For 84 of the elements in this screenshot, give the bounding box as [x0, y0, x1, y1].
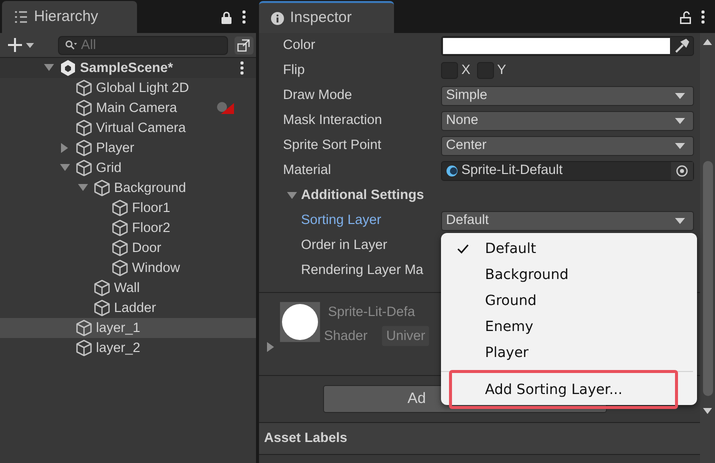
- tree-item[interactable]: Wall: [0, 278, 256, 298]
- tree-item[interactable]: Window: [0, 258, 256, 278]
- cube-icon: [93, 179, 111, 197]
- add-menu-icon[interactable]: [8, 38, 34, 52]
- menu-item[interactable]: Default: [441, 236, 697, 262]
- dropdown[interactable]: Center: [441, 136, 694, 156]
- caret-icon: [675, 118, 685, 124]
- field-label: Rendering Layer Ma: [301, 261, 424, 280]
- search-icon: [65, 40, 77, 50]
- list-icon: [14, 11, 28, 23]
- cube-icon: [75, 119, 93, 137]
- more-icon[interactable]: [242, 10, 246, 24]
- collapse-arrow-icon[interactable]: [267, 342, 275, 352]
- expand-arrow-icon[interactable]: [60, 164, 70, 172]
- cube-icon: [75, 319, 93, 337]
- unlock-icon[interactable]: [680, 10, 691, 24]
- cube-icon: [75, 339, 93, 357]
- material-icon: [446, 164, 458, 176]
- field-label: Mask Interaction: [283, 111, 384, 130]
- cube-icon: [111, 219, 129, 237]
- shader-label: Shader: [324, 326, 368, 345]
- tree-item[interactable]: layer_2: [0, 338, 256, 358]
- expand-arrow-icon[interactable]: [287, 192, 297, 200]
- cube-icon: [75, 139, 93, 157]
- color-field[interactable]: [441, 36, 694, 56]
- material-thumbnail: [280, 302, 320, 342]
- tree-item[interactable]: Floor2: [0, 218, 256, 238]
- expand-arrow-icon[interactable]: [78, 184, 88, 192]
- cube-icon: [111, 239, 129, 257]
- field-label: Color: [283, 36, 316, 54]
- cube-icon: [93, 279, 111, 297]
- caret-icon: [675, 142, 685, 148]
- cube-icon: [75, 99, 93, 117]
- field-label: Sorting Layer: [301, 211, 382, 230]
- dropdown[interactable]: Simple: [441, 86, 694, 106]
- cube-icon: [75, 79, 93, 97]
- collapse-arrow-icon[interactable]: [61, 143, 69, 153]
- field-label: Draw Mode: [283, 86, 354, 104]
- search-field[interactable]: All: [58, 36, 228, 54]
- tree-item[interactable]: Background: [0, 178, 256, 198]
- more-icon[interactable]: [701, 10, 705, 24]
- tree-item[interactable]: Ladder: [0, 298, 256, 318]
- tree-item[interactable]: Global Light 2D: [0, 78, 256, 98]
- tree-item[interactable]: Floor1: [0, 198, 256, 218]
- expand-arrow-icon[interactable]: [44, 64, 54, 72]
- scroll-down-icon[interactable]: [703, 408, 712, 414]
- caret-icon: [675, 92, 685, 98]
- cube-icon: [111, 259, 129, 277]
- more-icon[interactable]: [240, 61, 244, 75]
- caret-icon: [675, 218, 685, 224]
- asset-labels-header[interactable]: Asset Labels: [259, 422, 700, 455]
- scrollbar-thumb[interactable]: [702, 161, 712, 396]
- maximize-icon[interactable]: [234, 36, 254, 54]
- menu-item[interactable]: Background: [441, 262, 697, 288]
- tree-item[interactable]: layer_1: [0, 318, 256, 338]
- menu-item[interactable]: Enemy: [441, 314, 697, 340]
- checkbox-label: Y: [497, 61, 506, 80]
- material-name: Sprite-Lit-Defa: [328, 303, 416, 321]
- inspector-tab[interactable]: Inspector: [259, 1, 394, 33]
- section-header[interactable]: Additional Settings: [301, 185, 424, 206]
- tree-item[interactable]: Player: [0, 138, 256, 158]
- object-field[interactable]: Sprite-Lit-Default: [441, 160, 694, 180]
- picker-icon[interactable]: [676, 164, 688, 176]
- tree-item[interactable]: Main Camera: [0, 98, 256, 118]
- dropdown[interactable]: None: [441, 110, 694, 130]
- menu-item[interactable]: Add Sorting Layer...: [441, 377, 697, 403]
- field-label: Sprite Sort Point: [283, 136, 382, 154]
- info-icon: [271, 12, 284, 24]
- menu-item[interactable]: Player: [441, 340, 697, 366]
- dropdown[interactable]: Default: [441, 210, 694, 230]
- cube-icon: [93, 299, 111, 317]
- lock-icon[interactable]: [221, 10, 232, 24]
- tree-item[interactable]: Virtual Camera: [0, 118, 256, 138]
- menu-item[interactable]: Ground: [441, 288, 697, 314]
- checkbox-label: X: [461, 61, 470, 80]
- field-label: Material: [283, 161, 332, 180]
- tree-item[interactable]: Door: [0, 238, 256, 258]
- scroll-up-icon[interactable]: [703, 39, 712, 45]
- field-label: Order in Layer: [301, 236, 388, 254]
- tree-item[interactable]: Grid: [0, 158, 256, 178]
- hierarchy-tab[interactable]: Hierarchy: [2, 1, 137, 33]
- cube-icon: [75, 159, 93, 177]
- field-label: Flip: [283, 61, 306, 80]
- cube-icon: [111, 199, 129, 217]
